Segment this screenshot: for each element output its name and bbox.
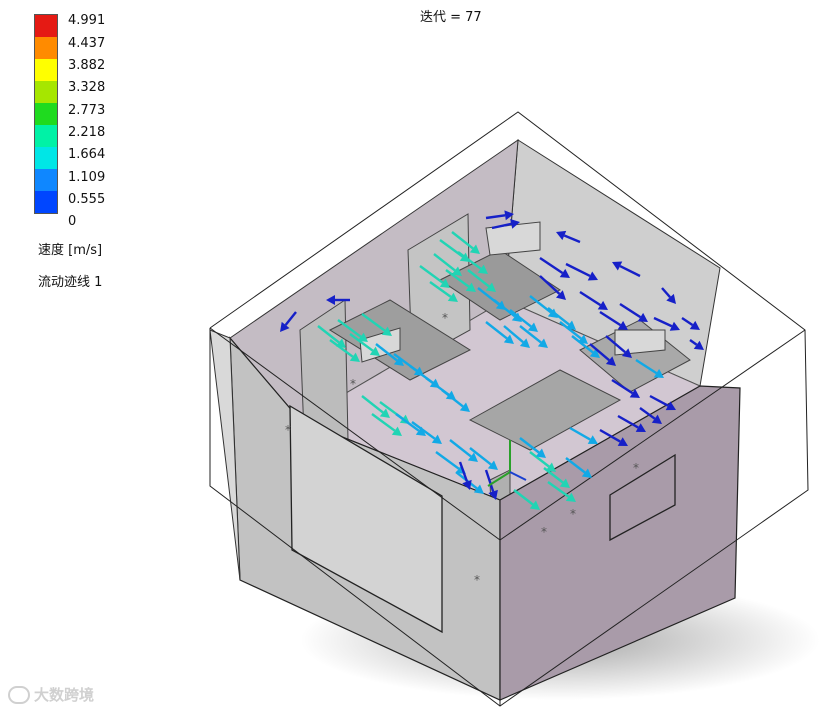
- legend-tick-label: 2.218: [68, 125, 106, 140]
- colormap-cell: [35, 125, 57, 147]
- svg-text:*: *: [633, 461, 639, 475]
- legend-tick-label: 4.437: [68, 36, 106, 51]
- cfd-viewport[interactable]: * * * * * * *: [0, 0, 838, 714]
- colormap-cell: [35, 169, 57, 191]
- colormap-cell: [35, 15, 57, 37]
- svg-text:*: *: [541, 525, 547, 539]
- watermark-logo-icon: [8, 685, 30, 704]
- legend-tick-label: 0.555: [68, 192, 106, 207]
- watermark: 大数跨境: [8, 684, 94, 705]
- svg-text:*: *: [474, 573, 480, 587]
- legend-tick-label: 1.109: [68, 170, 106, 185]
- legend-tick-label: 3.882: [68, 58, 106, 73]
- colormap-cell: [35, 59, 57, 81]
- svg-text:*: *: [350, 377, 356, 391]
- legend-tick-label: 4.991: [68, 13, 106, 28]
- watermark-text: 大数跨境: [34, 686, 95, 704]
- iteration-label: 迭代 = 77: [420, 10, 482, 25]
- legend-tick-label: 0: [68, 214, 77, 229]
- svg-text:*: *: [570, 507, 576, 521]
- trace-name-label: 流动迹线 1: [38, 275, 103, 290]
- colormap-cell: [35, 37, 57, 59]
- legend-tick-label: 2.773: [68, 103, 106, 118]
- colormap-cell: [35, 147, 57, 169]
- legend-tick-label: 1.664: [68, 147, 106, 162]
- colormap-cell: [35, 81, 57, 103]
- colormap-cell: [35, 191, 57, 213]
- legend-quantity-label: 速度 [m/s]: [38, 243, 103, 258]
- svg-text:*: *: [442, 311, 448, 325]
- legend-tick-label: 3.328: [68, 80, 106, 95]
- svg-text:*: *: [285, 423, 291, 437]
- colormap-bar: [34, 14, 58, 214]
- colormap-cell: [35, 103, 57, 125]
